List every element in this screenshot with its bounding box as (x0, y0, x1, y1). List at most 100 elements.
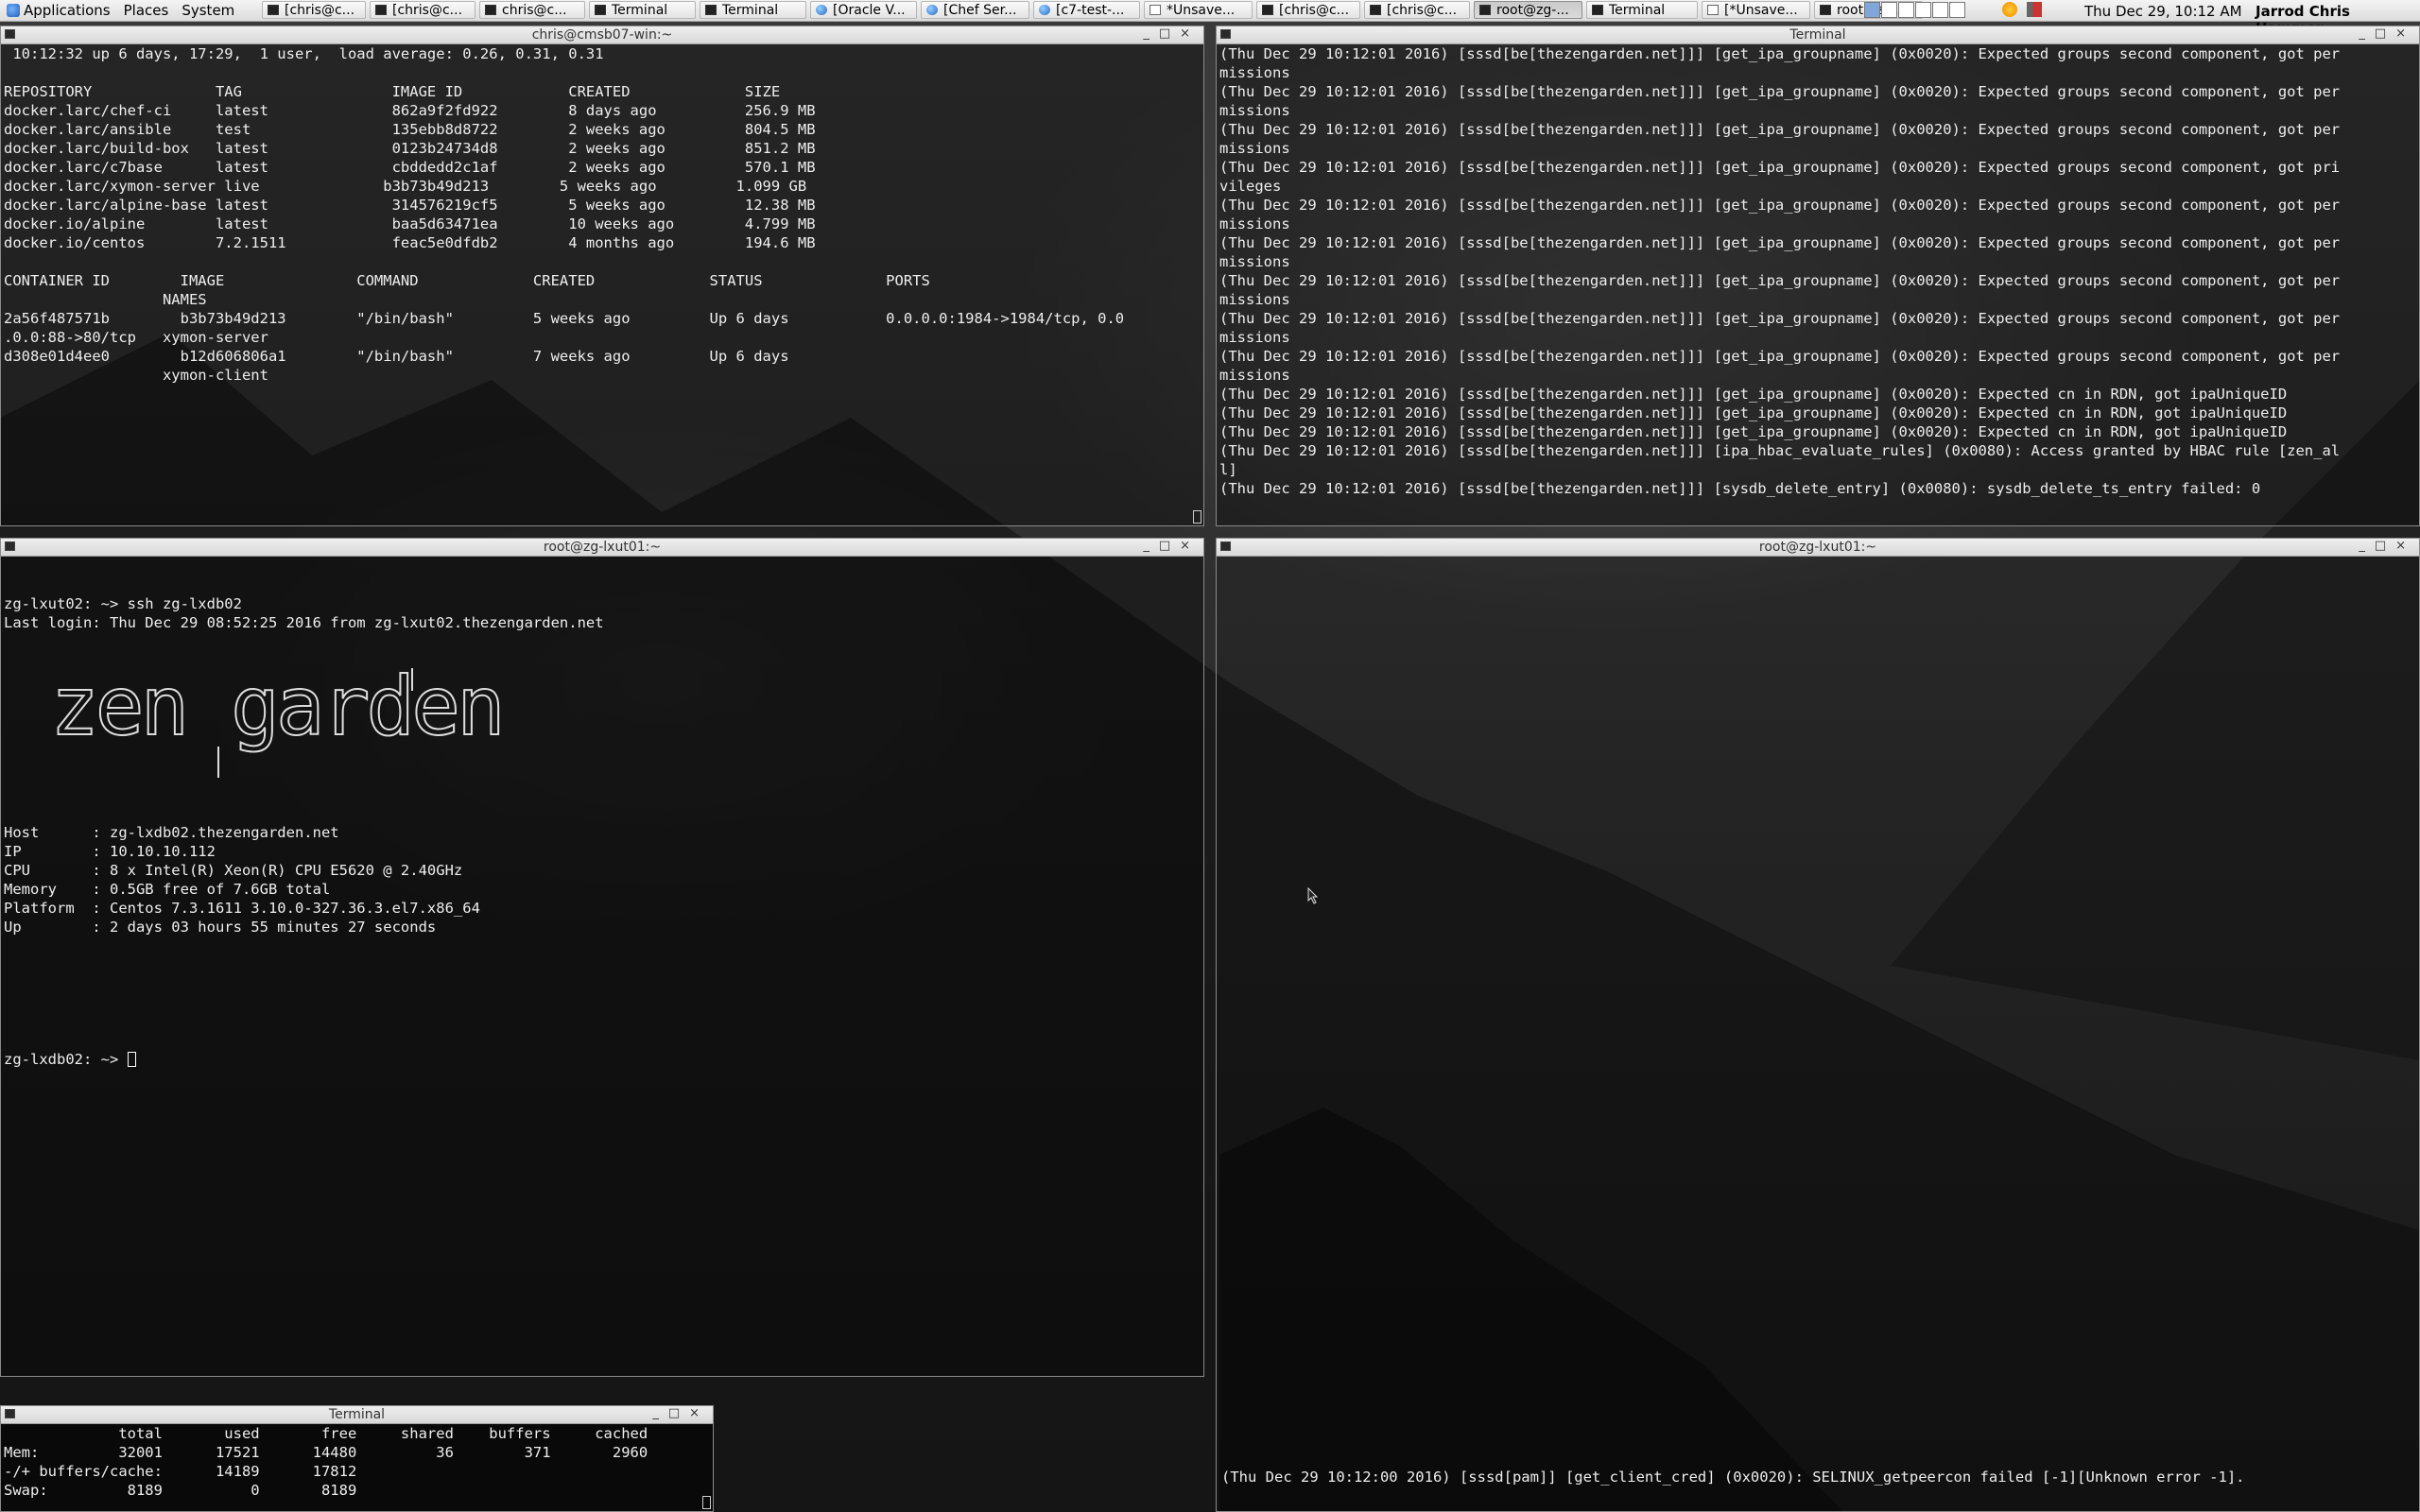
info-line: Memory : 0.5GB free of 7.6GB total (4, 881, 331, 898)
log-line: missions (1219, 291, 1290, 308)
menu-applications[interactable]: Applications (0, 2, 117, 19)
terminal-output[interactable]: (Thu Dec 29 10:12:01 2016) [sssd[be[thez… (1217, 44, 2419, 526)
taskbar-button-label: [chris@c... (285, 2, 355, 18)
window-buttons[interactable]: _□× (2359, 539, 2415, 553)
menu-places[interactable]: Places (117, 2, 176, 19)
terminal-output[interactable]: zg-lxut02: ~> ssh zg-lxdb02 Last login: T… (1, 557, 1203, 1377)
terminal-icon (268, 5, 279, 15)
workspace-1[interactable] (1864, 2, 1880, 18)
log-line: (Thu Dec 29 10:12:01 2016) [sssd[be[thez… (1219, 480, 2261, 497)
taskbar-button[interactable]: [chris@c... (370, 1, 475, 19)
window-buttons[interactable]: _□× (2359, 26, 2415, 41)
log-line: (Thu Dec 29 10:12:01 2016) [sssd[be[thez… (1219, 310, 2341, 327)
workspace-6[interactable] (1949, 2, 1965, 18)
terminal-icon (1370, 5, 1381, 15)
terminal-line: zg-lxut02: ~> ssh zg-lxdb02 (4, 595, 242, 612)
editor-icon (1150, 5, 1161, 15)
workspace-5[interactable] (1932, 2, 1948, 18)
menu-system[interactable]: System (175, 2, 241, 19)
info-line: CPU : 8 x Intel(R) Xeon(R) CPU E5620 @ 2… (4, 862, 463, 879)
log-line: (Thu Dec 29 10:12:01 2016) [sssd[be[thez… (1219, 234, 2341, 251)
volume-muted-icon[interactable] (2027, 2, 2042, 17)
log-line: (Thu Dec 29 10:12:01 2016) [sssd[be[thez… (1219, 272, 2341, 289)
memory-line: Swap: 8189 0 8189 (4, 1482, 357, 1499)
text-cursor (127, 1052, 136, 1067)
titlebar[interactable]: root@zg-lxut01:~ _□× (1, 539, 1203, 557)
window-buttons[interactable]: _□× (1143, 539, 1200, 553)
terminal-line: docker.larc/c7base latest cbddedd2c1af 2… (4, 159, 816, 176)
terminal-output[interactable]: 10:12:32 up 6 days, 17:29, 1 user, load … (1, 44, 1203, 526)
weather-sun-icon[interactable] (2002, 2, 2017, 17)
window-title: Terminal (1789, 27, 1846, 43)
system-info-block: Host : zg-lxdb02.thezengarden.net IP : 10… (4, 823, 1203, 936)
ssh-command-lines: zg-lxut02: ~> ssh zg-lxdb02 Last login: T… (4, 594, 1203, 632)
workspace-2[interactable] (1881, 2, 1897, 18)
terminal-line: 10:12:32 up 6 days, 17:29, 1 user, load … (4, 45, 604, 62)
scrollbar-thumb[interactable] (702, 1496, 711, 1509)
window-title: root@zg-lxut01:~ (543, 540, 662, 555)
info-line: Host : zg-lxdb02.thezengarden.net (4, 824, 339, 841)
terminal-window-root[interactable]: root@zg-lxut01:~ _□× (Thu Dec 29 10:12:0… (1216, 538, 2420, 1512)
terminal-line: d308e01d4ee0 b12d606806a1 "/bin/bash" 7 … (4, 348, 789, 365)
taskbar-button[interactable]: Terminal (700, 1, 806, 19)
clock[interactable]: Thu Dec 29, 10:12 AM (2084, 3, 2242, 20)
taskbar-button[interactable]: Terminal (589, 1, 696, 19)
workspace-4[interactable] (1915, 2, 1931, 18)
shell-prompt[interactable]: zg-lxdb02: ~> (4, 1050, 1203, 1069)
info-line: Up : 2 days 03 hours 55 minutes 27 secon… (4, 919, 437, 936)
window-buttons[interactable]: _□× (1143, 26, 1200, 41)
taskbar-button[interactable]: root@zg-... (1474, 1, 1582, 19)
terminal-icon (1262, 5, 1273, 15)
titlebar[interactable]: root@zg-lxut01:~ _□× (1217, 539, 2419, 557)
terminal-line: CONTAINER ID IMAGE COMMAND CREATED STATU… (4, 272, 930, 289)
memory-line: total used free shared buffers cached (4, 1425, 648, 1442)
window-buttons[interactable]: _□× (652, 1406, 709, 1420)
terminal-line: docker.larc/build-box latest 0123b24734d… (4, 140, 816, 157)
taskbar-button[interactable]: chris@c... (479, 1, 585, 19)
terminal-window-docker[interactable]: chris@cmsb07-win:~ _□× 10:12:32 up 6 day… (0, 26, 1204, 526)
taskbar-button[interactable]: [Oracle V... (810, 1, 917, 19)
log-line: missions (1219, 367, 1290, 384)
virtualbox-icon (816, 5, 827, 15)
taskbar-button[interactable]: [*Unsave... (1702, 1, 1810, 19)
terminal-line: 2a56f487571b b3b73b49d213 "/bin/bash" 5 … (4, 310, 1125, 327)
terminal-icon (375, 5, 387, 15)
browser-icon (1039, 5, 1050, 15)
taskbar-button[interactable]: [chris@c... (262, 1, 366, 19)
log-line: (Thu Dec 29 10:12:01 2016) [sssd[be[thez… (1219, 423, 2288, 440)
taskbar-button-label: chris@c... (502, 2, 567, 18)
terminal-output[interactable]: total used free shared buffers cached Mem… (1, 1424, 713, 1512)
titlebar[interactable]: chris@cmsb07-win:~ _□× (1, 26, 1203, 44)
terminal-icon (1820, 5, 1831, 15)
workspace-switcher (1864, 2, 1966, 18)
log-line: (Thu Dec 29 10:12:01 2016) [sssd[be[thez… (1219, 404, 2288, 421)
log-line: missions (1219, 329, 1290, 346)
terminal-line: NAMES (4, 291, 207, 308)
taskbar-button-label: Terminal (1609, 2, 1666, 18)
taskbar-button[interactable]: Terminal (1586, 1, 1698, 19)
log-line: missions (1219, 215, 1290, 232)
terminal-line: .0.0:88->80/tcp xymon-server (4, 329, 268, 346)
taskbar-button-label: [c7-test-... (1056, 2, 1125, 18)
workspace-3[interactable] (1898, 2, 1914, 18)
taskbar-button[interactable]: [chris@c... (1256, 1, 1360, 19)
terminal-icon (1592, 5, 1603, 15)
info-line: Platform : Centos 7.3.1611 3.10.0-327.36… (4, 900, 480, 917)
log-line: (Thu Dec 29 10:12:01 2016) [sssd[be[thez… (1219, 45, 2341, 62)
taskbar-button[interactable]: [chris@c... (1364, 1, 1470, 19)
taskbar-button[interactable]: [c7-test-... (1033, 1, 1140, 19)
titlebar[interactable]: Terminal _□× (1, 1406, 713, 1424)
memory-line: Mem: 32001 17521 14480 36 371 2960 (4, 1444, 648, 1461)
taskbar-button[interactable]: [Chef Ser... (921, 1, 1029, 19)
terminal-window-log[interactable]: Terminal _□× (Thu Dec 29 10:12:01 2016) … (1216, 26, 2420, 526)
terminal-bottom-line: (Thu Dec 29 10:12:00 2016) [sssd[pam]] [… (1221, 1469, 2245, 1486)
terminal-window-ssh[interactable]: root@zg-lxut01:~ _□× zg-lxut02: ~> ssh z… (0, 538, 1204, 1377)
titlebar[interactable]: Terminal _□× (1217, 26, 2419, 44)
mouse-pointer-icon (1307, 887, 1319, 904)
taskbar-button[interactable]: *Unsave... (1144, 1, 1253, 19)
top-panel: Applications Places System [chris@c... [c… (0, 0, 2420, 37)
scrollbar-thumb[interactable] (1193, 510, 1201, 524)
editor-icon (1707, 5, 1719, 15)
terminal-window-free[interactable]: Terminal _□× total used free shared buff… (0, 1405, 714, 1512)
